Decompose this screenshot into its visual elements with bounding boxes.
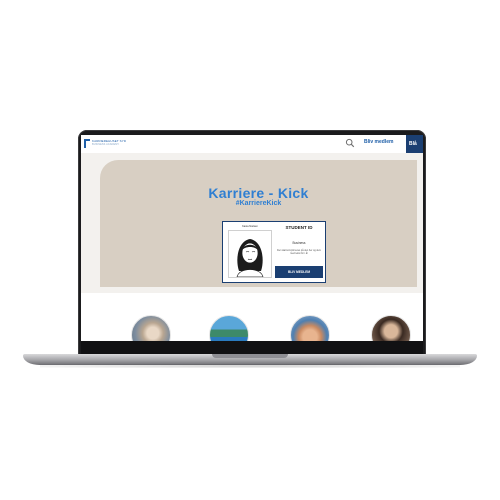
laptop-notch <box>212 354 288 358</box>
card-note: Der skal komprimeres på den her og dem m… <box>277 249 321 255</box>
search-icon[interactable] <box>345 138 355 148</box>
hero-section: Karriere - Kick #KarriereKick Kasia Niel… <box>81 153 423 293</box>
hero-hashtag: #KarriereKick <box>235 200 282 207</box>
portrait-sketch <box>236 239 264 277</box>
become-member-link[interactable]: Bliv medlem <box>364 139 393 145</box>
laptop-shadow <box>40 364 460 368</box>
hero-banner: Karriere - Kick #KarriereKick Kasia Niel… <box>100 160 417 287</box>
login-button[interactable]: Blå <box>406 135 423 153</box>
person-photo[interactable] <box>131 315 171 341</box>
portrait-photo[interactable] <box>371 315 411 341</box>
student-id-card: Kasia Nielsen STUDENT ID Business Der sk… <box>222 221 326 283</box>
logo-subtitle: BUSINESS ACADEMY <box>92 143 120 146</box>
logo-icon[interactable] <box>84 139 90 148</box>
top-navigation: KARRIEREHUSET SYD BUSINESS ACADEMY Bliv … <box>81 135 423 154</box>
hero-title: Karriere - Kick <box>208 185 309 201</box>
student-portrait-image <box>228 230 272 278</box>
hands-photo[interactable] <box>290 315 330 341</box>
browser-screen: KARRIEREHUSET SYD BUSINESS ACADEMY Bliv … <box>81 135 423 341</box>
photo-circles-row <box>81 293 423 341</box>
card-heading: STUDENT ID <box>285 225 313 230</box>
join-button[interactable]: BLIV MEDLEM <box>275 266 323 278</box>
card-field: Business <box>292 241 306 245</box>
beach-photo[interactable] <box>209 315 249 341</box>
logo[interactable]: KARRIEREHUSET SYD BUSINESS ACADEMY <box>92 139 140 149</box>
card-name: Kasia Nielsen <box>242 225 258 228</box>
